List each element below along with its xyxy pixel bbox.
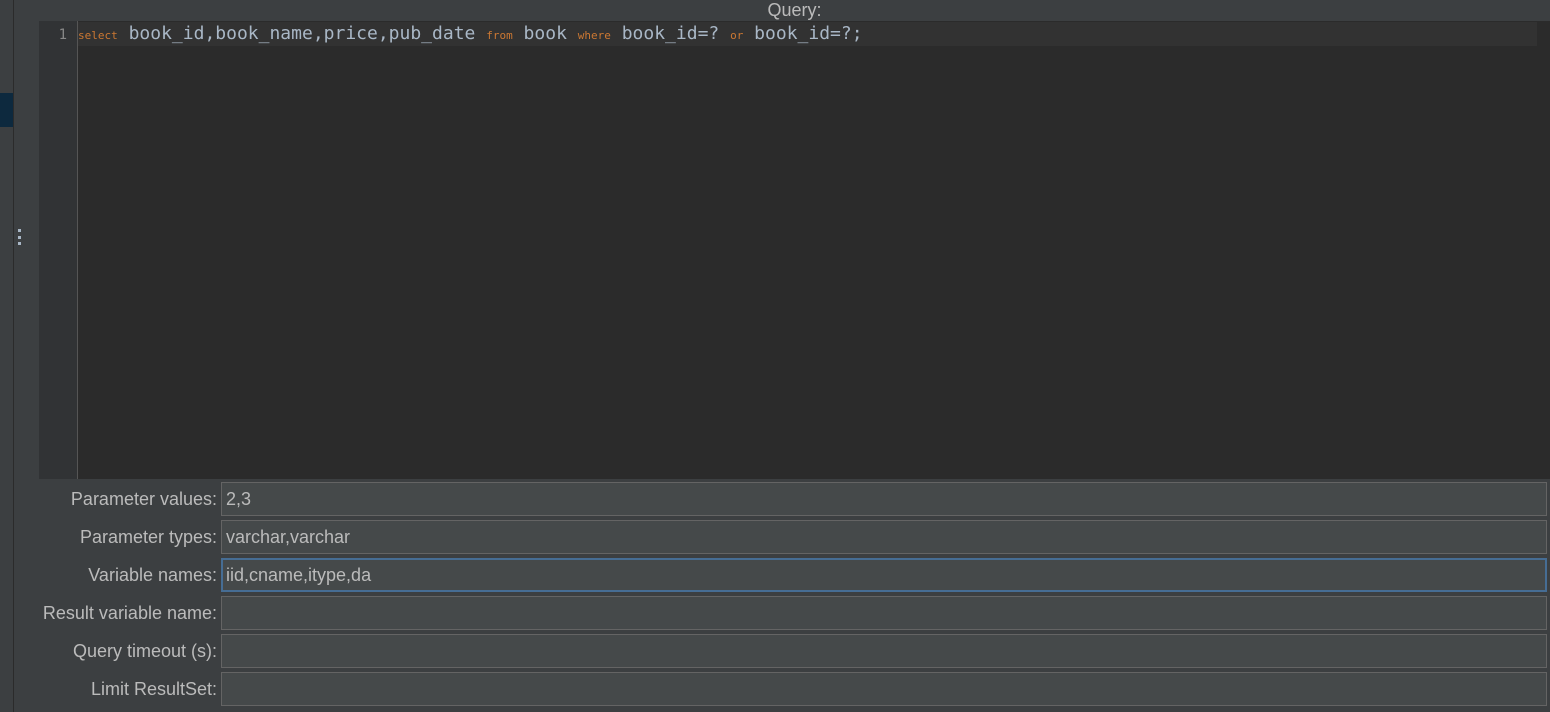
limit-resultset-row: Limit ResultSet: <box>39 671 1550 707</box>
sql-text: book_id=?; <box>743 23 863 44</box>
query-timeout-label: Query timeout (s): <box>72 641 217 661</box>
line-number-gutter: 1 <box>39 21 78 479</box>
sql-query-editor[interactable]: 1 select book_id,book_name,price,pub_dat… <box>39 21 1550 479</box>
vertical-dots-icon[interactable] <box>17 229 21 245</box>
result-variable-name-input[interactable] <box>221 596 1547 630</box>
result-variable-name-row: Result variable name: <box>39 595 1550 631</box>
parameter-types-label: Parameter types: <box>79 527 217 547</box>
parameter-types-row: Parameter types: <box>39 519 1550 555</box>
variable-names-label: Variable names: <box>88 565 217 585</box>
query-timeout-row: Query timeout (s): <box>39 633 1550 669</box>
parameter-values-input[interactable] <box>221 482 1547 516</box>
sql-text: book <box>512 23 578 44</box>
parameter-values-row: Parameter values: <box>39 481 1550 517</box>
limit-resultset-input[interactable] <box>221 672 1547 706</box>
parameter-types-input[interactable] <box>221 520 1547 554</box>
variable-names-input[interactable] <box>221 558 1547 592</box>
code-line[interactable]: select book_id,book_name,price,pub_date … <box>78 22 863 46</box>
variable-names-row: Variable names: <box>39 557 1550 593</box>
sql-keyword-or: or <box>730 29 744 42</box>
jdbc-request-panel: Query: 1 select book_id,book_name,price,… <box>0 0 1550 712</box>
result-variable-name-label: Result variable name: <box>42 603 217 623</box>
left-sidebar-selection[interactable] <box>0 93 13 127</box>
sql-text: book_id,book_name,price,pub_date <box>117 23 487 44</box>
sql-text: book_id=? <box>610 23 731 44</box>
sql-keyword-select: select <box>78 29 118 42</box>
query-timeout-input[interactable] <box>221 634 1547 668</box>
left-sidebar-divider <box>13 0 14 712</box>
parameter-values-label: Parameter values: <box>70 489 217 509</box>
query-title: Query: <box>767 0 822 20</box>
line-number: 1 <box>58 27 67 43</box>
sql-keyword-where: where <box>577 29 611 42</box>
sql-keyword-from: from <box>486 29 513 42</box>
limit-resultset-label: Limit ResultSet: <box>90 679 217 699</box>
